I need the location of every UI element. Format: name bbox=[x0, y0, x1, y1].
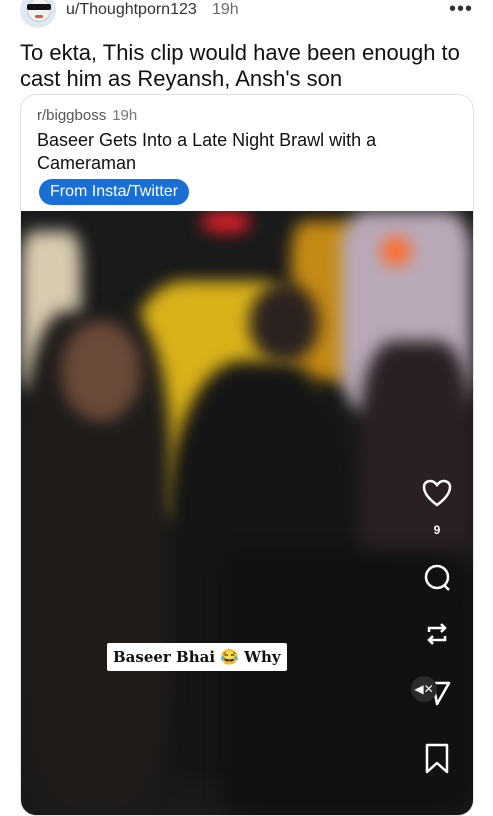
crosspost-card[interactable]: r/biggboss 19h Baseer Gets Into a Late Ni… bbox=[20, 94, 474, 816]
avatar-mouth bbox=[35, 15, 43, 18]
crosspost-time: 19h bbox=[112, 107, 138, 124]
user-avatar[interactable] bbox=[20, 0, 56, 28]
post-header: u/Thoughtporn123 19h ••• bbox=[0, 0, 493, 30]
video-person-left-face bbox=[61, 321, 141, 421]
post-title[interactable]: To ekta, This clip would have been enoug… bbox=[20, 40, 480, 92]
post-username[interactable]: u/Thoughtporn123 bbox=[66, 1, 197, 19]
video-person-head bbox=[249, 283, 319, 363]
repost-icon[interactable] bbox=[417, 619, 457, 649]
video-bg-red-light bbox=[201, 211, 251, 233]
crosspost-subreddit[interactable]: r/biggboss bbox=[37, 107, 106, 124]
heart-icon[interactable] bbox=[417, 479, 457, 507]
video-caption: Baseer Bhai 😂 Why bbox=[107, 643, 287, 671]
comment-icon[interactable] bbox=[417, 563, 457, 593]
avatar-sunglasses bbox=[27, 4, 51, 10]
post-flair[interactable]: From Insta/Twitter bbox=[39, 179, 190, 205]
video-bg-orange-light bbox=[381, 236, 411, 266]
post-time: 19h bbox=[212, 1, 239, 18]
mute-icon[interactable]: ◀✕ bbox=[411, 676, 437, 702]
crosspost-meta: r/biggboss 19h bbox=[37, 107, 137, 124]
crosspost-title[interactable]: Baseer Gets Into a Late Night Brawl with… bbox=[37, 129, 437, 175]
video-player[interactable]: Baseer Bhai 😂 Why 9 bbox=[21, 211, 473, 815]
more-dots-icon[interactable]: ••• bbox=[449, 0, 473, 21]
bookmark-icon[interactable] bbox=[417, 743, 457, 775]
like-count: 9 bbox=[433, 523, 441, 537]
